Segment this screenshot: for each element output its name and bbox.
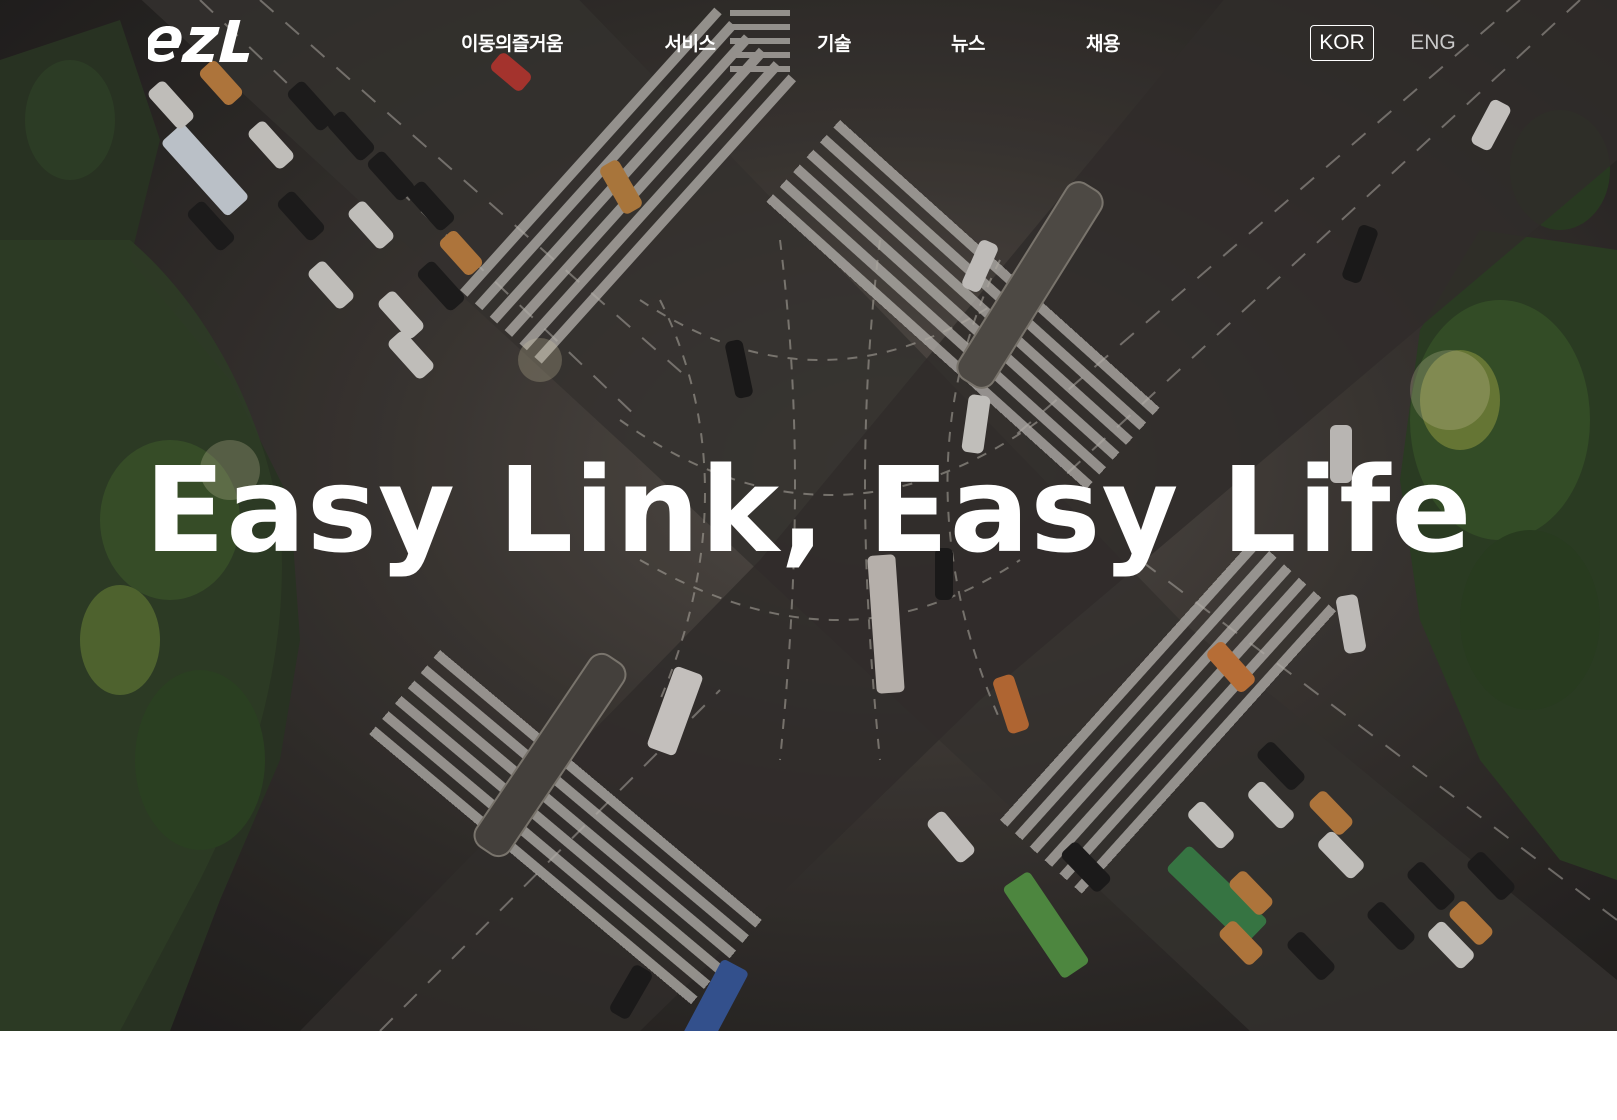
nav-item-joy-of-mobility[interactable]: 이동의즐거움 — [461, 30, 563, 58]
site-header: 이동의즐거움 서비스 기술 뉴스 채용 KOR ENG — [0, 0, 1617, 88]
below-hero-section — [0, 1031, 1617, 1120]
nav-item-technology[interactable]: 기술 — [817, 30, 851, 58]
language-kor-button[interactable]: KOR — [1310, 25, 1374, 61]
language-eng-button[interactable]: ENG — [1408, 25, 1458, 61]
page: 이동의즐거움 서비스 기술 뉴스 채용 KOR ENG Easy Link, E… — [0, 0, 1617, 1120]
nav-item-careers[interactable]: 채용 — [1086, 30, 1120, 58]
hero-headline: Easy Link, Easy Life — [144, 441, 1473, 579]
nav-item-services[interactable]: 서비스 — [665, 30, 716, 58]
nav-item-news[interactable]: 뉴스 — [951, 30, 985, 58]
main-nav: 이동의즐거움 서비스 기술 뉴스 채용 — [0, 30, 1617, 60]
